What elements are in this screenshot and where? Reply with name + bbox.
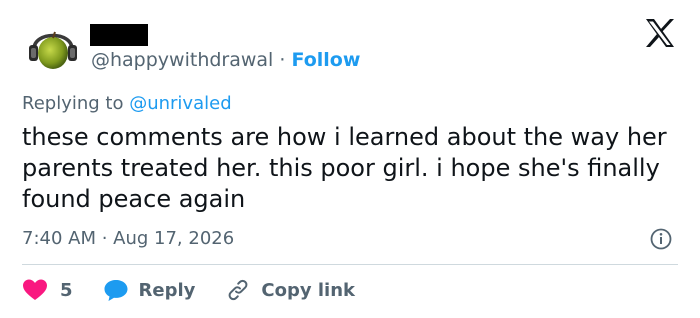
reply-mention-link[interactable]: @unrivaled bbox=[129, 93, 231, 114]
copy-link-label: Copy link bbox=[261, 279, 355, 301]
info-icon[interactable] bbox=[650, 228, 672, 250]
reply-label: Reply bbox=[138, 279, 196, 301]
display-name-redacted bbox=[90, 24, 148, 46]
x-logo-icon[interactable] bbox=[644, 18, 676, 48]
speech-bubble-icon bbox=[104, 280, 128, 301]
apple-headphones-avatar-icon bbox=[29, 31, 77, 69]
link-icon bbox=[228, 279, 248, 301]
like-button[interactable]: 5 bbox=[22, 278, 103, 302]
author-line: @happywithdrawal · Follow bbox=[91, 49, 360, 71]
action-bar: 5 Reply Copy link bbox=[22, 277, 355, 303]
reply-button[interactable]: Reply bbox=[103, 278, 226, 302]
reply-context-prefix: Replying to bbox=[22, 93, 124, 114]
tweet-timestamp[interactable]: 7:40 AM · Aug 17, 2026 bbox=[22, 228, 234, 250]
like-count: 5 bbox=[60, 279, 73, 301]
copy-link-button[interactable]: Copy link bbox=[225, 278, 355, 302]
follow-button[interactable]: Follow bbox=[291, 49, 360, 71]
author-handle[interactable]: @happywithdrawal bbox=[91, 49, 273, 71]
author-separator: · bbox=[279, 49, 286, 71]
heart-icon bbox=[23, 279, 47, 300]
tweet-text: these comments are how i learned about t… bbox=[22, 123, 667, 213]
divider bbox=[22, 264, 678, 265]
avatar[interactable] bbox=[24, 17, 82, 75]
reply-context: Replying to @unrivaled bbox=[22, 93, 232, 115]
